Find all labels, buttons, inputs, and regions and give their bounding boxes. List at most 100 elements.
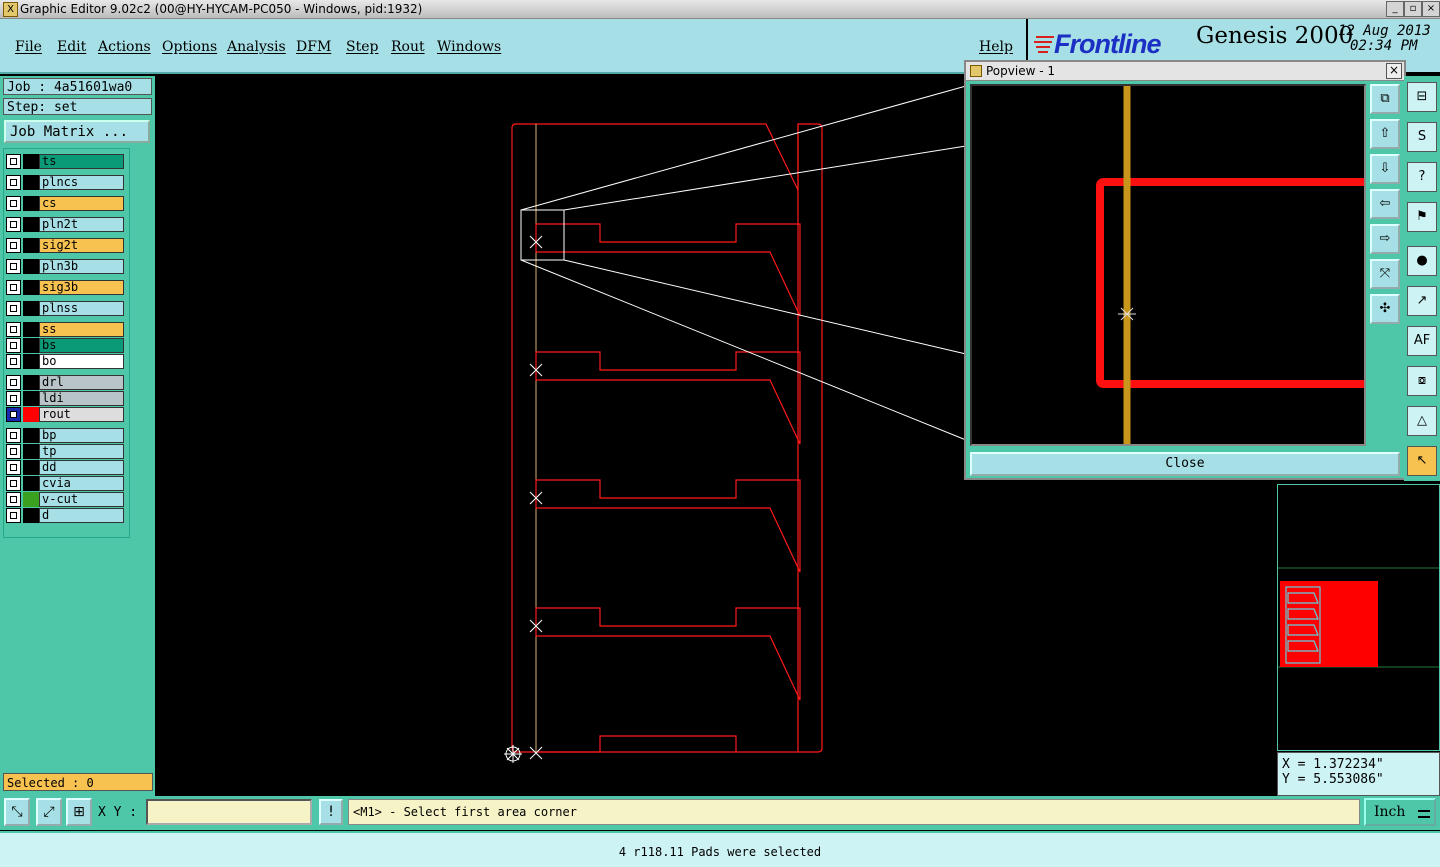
layer-row-ldi[interactable]: ldi [6, 391, 124, 406]
measure-icon[interactable]: △ [1407, 406, 1437, 436]
select-pointer-icon[interactable]: ↖ [1407, 446, 1437, 476]
layer-row-plncs[interactable]: plncs [6, 175, 124, 190]
popview-title-bar[interactable]: Popview - 1 × [966, 62, 1404, 81]
menu-windows[interactable]: Windows [437, 39, 501, 55]
layer-name[interactable]: bs [39, 338, 124, 353]
popview-canvas[interactable] [970, 84, 1366, 446]
xy-input[interactable] [146, 799, 312, 825]
layer-checkbox[interactable] [6, 217, 21, 232]
layer-checkbox[interactable] [6, 407, 21, 422]
layer-name[interactable]: cs [39, 196, 124, 211]
layer-checkbox[interactable] [6, 154, 21, 169]
layer-checkbox[interactable] [6, 444, 21, 459]
split-view-icon[interactable]: ⊟ [1407, 82, 1437, 112]
layer-name[interactable]: ldi [39, 391, 124, 406]
layer-row-sig2t[interactable]: sig2t [6, 238, 124, 253]
layer-name[interactable]: v-cut [39, 492, 124, 507]
layer-name[interactable]: d [39, 508, 124, 523]
layer-row-pln2t[interactable]: pln2t [6, 217, 124, 232]
layer-checkbox[interactable] [6, 322, 21, 337]
zoom-in-icon[interactable]: ⤧ [1370, 259, 1400, 289]
rout-chain-icon[interactable]: S [1407, 122, 1437, 152]
attribute-icon[interactable]: AF [1407, 326, 1437, 356]
close-window-button[interactable]: × [1422, 1, 1440, 17]
layer-checkbox[interactable] [6, 354, 21, 369]
restore-button[interactable]: ▫ [1404, 1, 1422, 17]
layer-checkbox[interactable] [6, 238, 21, 253]
layer-row-cs[interactable]: cs [6, 196, 124, 211]
layer-row-tp[interactable]: tp [6, 444, 124, 459]
layer-name[interactable]: pln2t [39, 217, 124, 232]
layer-name[interactable]: ss [39, 322, 124, 337]
layer-name[interactable]: sig3b [39, 280, 124, 295]
layer-row-drl[interactable]: drl [6, 375, 124, 390]
zoom-area-icon[interactable]: ⤡ [4, 798, 30, 826]
layer-checkbox[interactable] [6, 391, 21, 406]
layer-row-d[interactable]: d [6, 508, 124, 523]
layer-name[interactable]: plnss [39, 301, 124, 316]
features-icon[interactable]: ⧇ [1407, 366, 1437, 396]
layer-name[interactable]: pln3b [39, 259, 124, 274]
layer-name[interactable]: bo [39, 354, 124, 369]
layer-row-pln3b[interactable]: pln3b [6, 259, 124, 274]
menu-step[interactable]: Step [346, 39, 378, 55]
alert-icon[interactable]: ! [319, 799, 343, 825]
zoom-out-icon[interactable]: ✣ [1370, 294, 1400, 324]
layer-checkbox[interactable] [6, 508, 21, 523]
menu-analysis[interactable]: Analysis [227, 39, 286, 55]
layer-row-bp[interactable]: bp [6, 428, 124, 443]
pan-left-icon[interactable]: ⇦ [1370, 189, 1400, 219]
layer-name[interactable]: plncs [39, 175, 124, 190]
popview-close-icon[interactable]: × [1386, 63, 1402, 79]
layer-row-v-cut[interactable]: v-cut [6, 492, 124, 507]
layer-checkbox[interactable] [6, 338, 21, 353]
layer-name[interactable]: bp [39, 428, 124, 443]
grid-icon[interactable]: ⊞ [66, 798, 92, 826]
menu-file[interactable]: File [15, 39, 42, 55]
layer-name[interactable]: sig2t [39, 238, 124, 253]
pan-up-icon[interactable]: ⇧ [1370, 119, 1400, 149]
layer-row-rout[interactable]: rout [6, 407, 124, 422]
pan-down-icon[interactable]: ⇩ [1370, 154, 1400, 184]
layer-row-cvia[interactable]: cvia [6, 476, 124, 491]
layer-name[interactable]: tp [39, 444, 124, 459]
layer-name[interactable]: drl [39, 375, 124, 390]
layer-checkbox[interactable] [6, 196, 21, 211]
menu-help[interactable]: Help [979, 39, 1013, 55]
layer-row-dd[interactable]: dd [6, 460, 124, 475]
layer-row-bs[interactable]: bs [6, 338, 124, 353]
menu-edit[interactable]: Edit [57, 39, 86, 55]
overview-map[interactable] [1277, 484, 1440, 751]
layer-checkbox[interactable] [6, 259, 21, 274]
layer-name[interactable]: rout [39, 407, 124, 422]
layer-checkbox[interactable] [6, 175, 21, 190]
pan-right-icon[interactable]: ⇨ [1370, 224, 1400, 254]
unit-select[interactable]: Inch [1364, 798, 1436, 826]
layer-row-ss[interactable]: ss [6, 322, 124, 337]
layer-name[interactable]: dd [39, 460, 124, 475]
pad-icon[interactable]: ● [1407, 246, 1437, 276]
layer-checkbox[interactable] [6, 301, 21, 316]
layer-name[interactable]: cvia [39, 476, 124, 491]
layer-name[interactable]: ts [39, 154, 124, 169]
popview-window[interactable]: Popview - 1 × ⧉ ⇧ ⇩ ⇦ ⇨ ⤧ ✣ Close [964, 60, 1406, 480]
layer-row-plnss[interactable]: plnss [6, 301, 124, 316]
menu-dfm[interactable]: DFM [296, 39, 331, 55]
layer-checkbox[interactable] [6, 476, 21, 491]
layer-checkbox[interactable] [6, 280, 21, 295]
measure-distance-icon[interactable]: ⤢ [36, 798, 62, 826]
layer-row-bo[interactable]: bo [6, 354, 124, 369]
traffic-light-icon[interactable]: ⚑ [1407, 202, 1437, 232]
menu-actions[interactable]: Actions [98, 39, 151, 55]
window-title-bar[interactable]: X Graphic Editor 9.02c2 (00@HY-HYCAM-PC0… [0, 0, 1440, 19]
layer-checkbox[interactable] [6, 375, 21, 390]
job-matrix-button[interactable]: Job Matrix ... [4, 120, 150, 143]
layer-checkbox[interactable] [6, 460, 21, 475]
layer-checkbox[interactable] [6, 428, 21, 443]
zoom-fit-icon[interactable]: ⧉ [1370, 84, 1400, 114]
query-icon[interactable]: ? [1407, 162, 1437, 192]
layer-row-ts[interactable]: ts [6, 154, 124, 169]
menu-rout[interactable]: Rout [391, 39, 425, 55]
menu-options[interactable]: Options [162, 39, 217, 55]
minimize-button[interactable]: _ [1386, 1, 1404, 17]
